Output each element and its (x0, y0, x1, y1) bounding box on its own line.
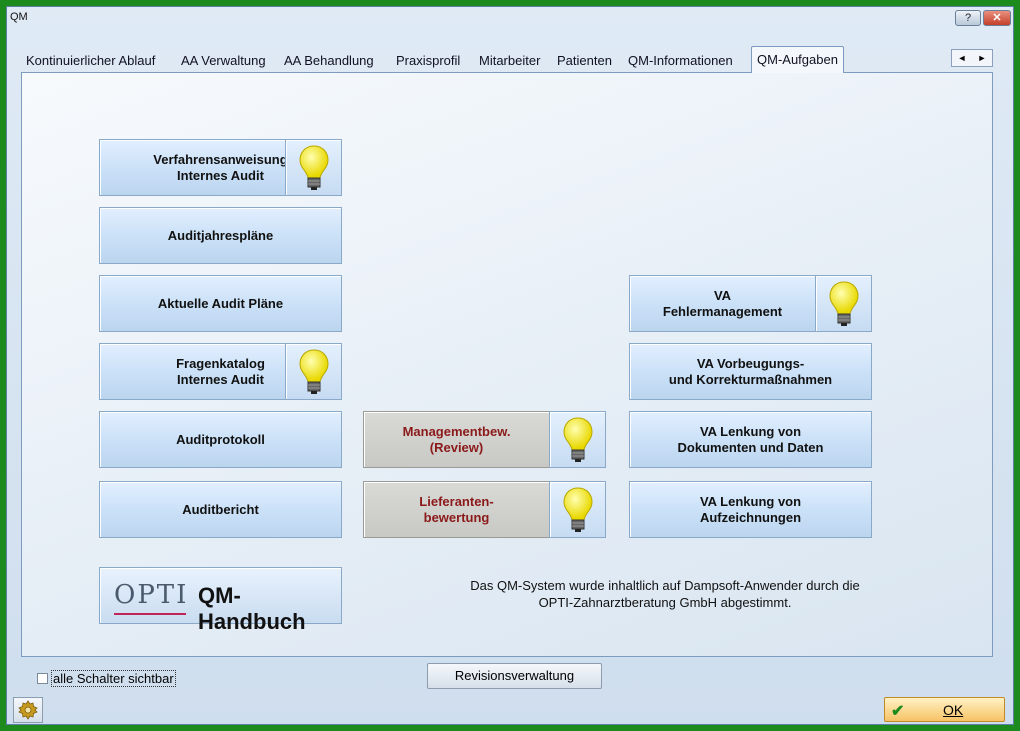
qm-handbuch-label: QM-Handbuch (198, 583, 306, 634)
auditprotokoll-button[interactable]: Auditprotokoll (99, 411, 342, 468)
revisionsverwaltung-button[interactable]: Revisionsverwaltung (427, 663, 602, 689)
tab-scroll-right-icon[interactable]: ► (972, 51, 992, 66)
settings-button[interactable] (13, 697, 43, 723)
tab-scroll-left-icon[interactable]: ◄ (952, 51, 972, 66)
tab-qm-aufgaben[interactable]: QM-Aufgaben (751, 46, 844, 73)
qm-window: QM ? ✕ Kontinuierlicher Ablauf AA Verwal… (6, 6, 1014, 725)
va-vorbeugungs-korrekturmassnahmen-button[interactable]: VA Vorbeugungs- und Korrekturmaßnahmen (629, 343, 872, 400)
managementbewertung-button[interactable]: Managementbew. (Review) (363, 411, 550, 468)
lightbulb-icon[interactable] (549, 411, 606, 468)
opti-logo-underline (114, 613, 186, 615)
ok-label: OK (943, 702, 964, 718)
auditjahresplaene-button[interactable]: Auditjahrespläne (99, 207, 342, 264)
checkbox-box[interactable] (37, 672, 48, 684)
tab-scroll-buttons: ◄ ► (951, 49, 993, 67)
lightbulb-icon[interactable] (549, 481, 606, 538)
tab-praxisprofil[interactable]: Praxisprofil (391, 49, 465, 73)
checkmark-icon: ✔ (891, 703, 905, 720)
tab-mitarbeiter[interactable]: Mitarbeiter (474, 49, 545, 73)
auditbericht-button[interactable]: Auditbericht (99, 481, 342, 538)
checkbox-label: alle Schalter sichtbar (51, 669, 176, 687)
va-fehlermanagement-button[interactable]: VA Fehlermanagement (629, 275, 816, 332)
tab-patienten[interactable]: Patienten (552, 49, 617, 73)
alle-schalter-sichtbar-checkbox[interactable]: alle Schalter sichtbar (37, 669, 176, 687)
info-text: Das QM-System wurde inhaltlich auf Damps… (470, 578, 860, 610)
va-lenkung-aufzeichnungen-button[interactable]: VA Lenkung von Aufzeichnungen (629, 481, 872, 538)
help-button[interactable]: ? (955, 10, 981, 26)
tab-aa-behandlung[interactable]: AA Behandlung (279, 49, 379, 73)
lightbulb-icon[interactable] (815, 275, 872, 332)
close-button[interactable]: ✕ (983, 10, 1011, 26)
qm-handbuch-button[interactable]: OPTI QM-Handbuch (99, 567, 342, 634)
tab-kontinuierlicher-ablauf[interactable]: Kontinuierlicher Ablauf (21, 49, 160, 73)
opti-logo: OPTI (114, 580, 189, 610)
tab-aa-verwaltung[interactable]: AA Verwaltung (176, 49, 271, 73)
lightbulb-icon[interactable] (285, 343, 342, 400)
window-title: QM (10, 11, 28, 23)
gear-icon (18, 700, 38, 720)
tab-qm-informationen[interactable]: QM-Informationen (623, 49, 738, 73)
va-lenkung-dokumente-daten-button[interactable]: VA Lenkung von Dokumenten und Daten (629, 411, 872, 468)
title-bar: QM ? ✕ (7, 7, 1013, 29)
lightbulb-icon[interactable] (285, 139, 342, 196)
ok-button[interactable]: ✔ OK (884, 697, 1005, 722)
lieferantenbewertung-button[interactable]: Lieferanten- bewertung (363, 481, 550, 538)
aktuelle-audit-plaene-button[interactable]: Aktuelle Audit Pläne (99, 275, 342, 332)
